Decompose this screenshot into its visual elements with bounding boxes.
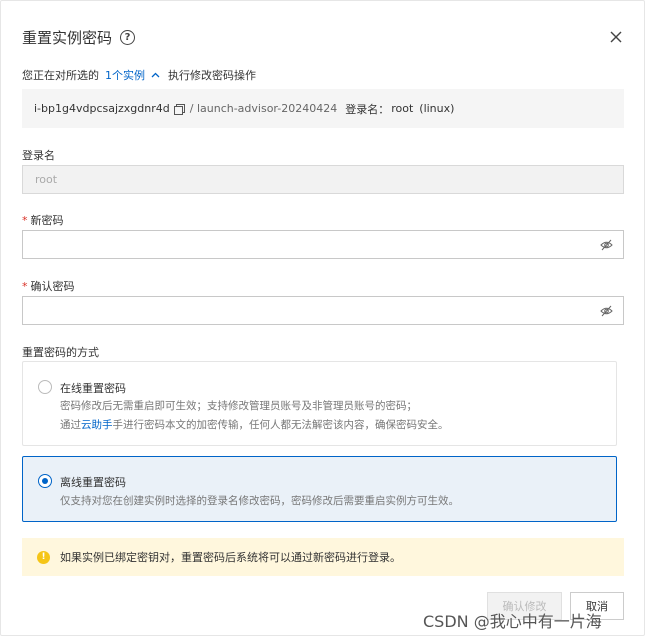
login-name-label: 登录名 (22, 149, 55, 162)
login-name-field: root (22, 165, 624, 194)
offline-reset-option[interactable]: 离线重置密码 仅支持对您在创建实例时选择的登录名修改密码，密码修改后需要重启实例… (22, 456, 617, 522)
eye-hidden-icon[interactable] (600, 305, 613, 317)
subtitle: 您正在对所选的 1个实例 执行修改密码操作 (22, 67, 256, 83)
subtitle-prefix: 您正在对所选的 (22, 69, 99, 82)
online-reset-radio[interactable] (38, 380, 52, 394)
offline-reset-desc: 仅支持对您在创建实例时选择的登录名修改密码，密码修改后需要重启实例方可生效。 (60, 495, 459, 507)
instance-info: i-bp1g4vdpcsajzxgdnr4d / launch-advisor-… (22, 89, 624, 128)
warning-text: 如果实例已绑定密钥对，重置密码后系统将可以通过新密码进行登录。 (60, 551, 401, 564)
offline-reset-title: 离线重置密码 (60, 476, 126, 489)
online-reset-desc-2: 通过云助手手进行密码本文的加密传输，任何人都无法解密该内容，确保密码安全。 (60, 417, 449, 432)
instance-id: i-bp1g4vdpcsajzxgdnr4d (34, 102, 170, 115)
chevron-up-icon[interactable] (151, 70, 160, 81)
confirm-password-label-text: 确认密码 (30, 280, 75, 293)
warning-icon: ! (37, 550, 50, 564)
instance-login-value: root (391, 102, 414, 115)
reset-method-label: 重置密码的方式 (22, 346, 99, 359)
watermark: CSDN @我心中有一片海 (423, 612, 602, 631)
instance-os: (linux) (419, 102, 455, 115)
desc-suffix: 手进行密码本文的加密传输，任何人都无法解密该内容，确保密码安全。 (112, 419, 449, 431)
eye-hidden-icon[interactable] (600, 239, 613, 251)
close-icon[interactable] (608, 29, 624, 45)
subtitle-suffix: 执行修改密码操作 (168, 69, 256, 82)
reset-password-dialog: 重置实例密码 ? 您正在对所选的 1个实例 执行修改密码操作 i-bp1g4vd… (0, 0, 645, 636)
copy-icon[interactable] (173, 103, 185, 115)
confirm-password-label: * 确认密码 (22, 278, 75, 294)
new-password-label: * 新密码 (22, 212, 64, 228)
warning-banner: ! 如果实例已绑定密钥对，重置密码后系统将可以通过新密码进行登录。 (22, 538, 624, 576)
online-reset-title: 在线重置密码 (60, 382, 126, 395)
new-password-field[interactable] (22, 230, 624, 259)
desc-prefix: 通过 (60, 419, 81, 431)
required-mark: * (22, 280, 28, 293)
instance-name: / launch-advisor-20240424 (189, 102, 338, 115)
help-icon[interactable]: ? (120, 30, 136, 45)
new-password-label-text: 新密码 (30, 214, 64, 227)
online-reset-desc: 密码修改后无需重启即可生效；支持修改管理员账号及非管理员账号的密码； (60, 400, 417, 412)
dialog-header: 重置实例密码 ? (22, 27, 136, 48)
confirm-password-field[interactable] (22, 296, 624, 325)
cloud-assistant-link[interactable]: 云助手 (81, 419, 113, 431)
offline-reset-radio[interactable] (38, 474, 52, 488)
selected-instances-link[interactable]: 1个实例 (105, 67, 145, 83)
online-reset-option[interactable]: 在线重置密码 密码修改后无需重启即可生效；支持修改管理员账号及非管理员账号的密码… (22, 361, 617, 446)
instance-login-label: 登录名： (345, 102, 390, 116)
required-mark: * (22, 214, 28, 227)
dialog-title: 重置实例密码 (22, 29, 113, 47)
